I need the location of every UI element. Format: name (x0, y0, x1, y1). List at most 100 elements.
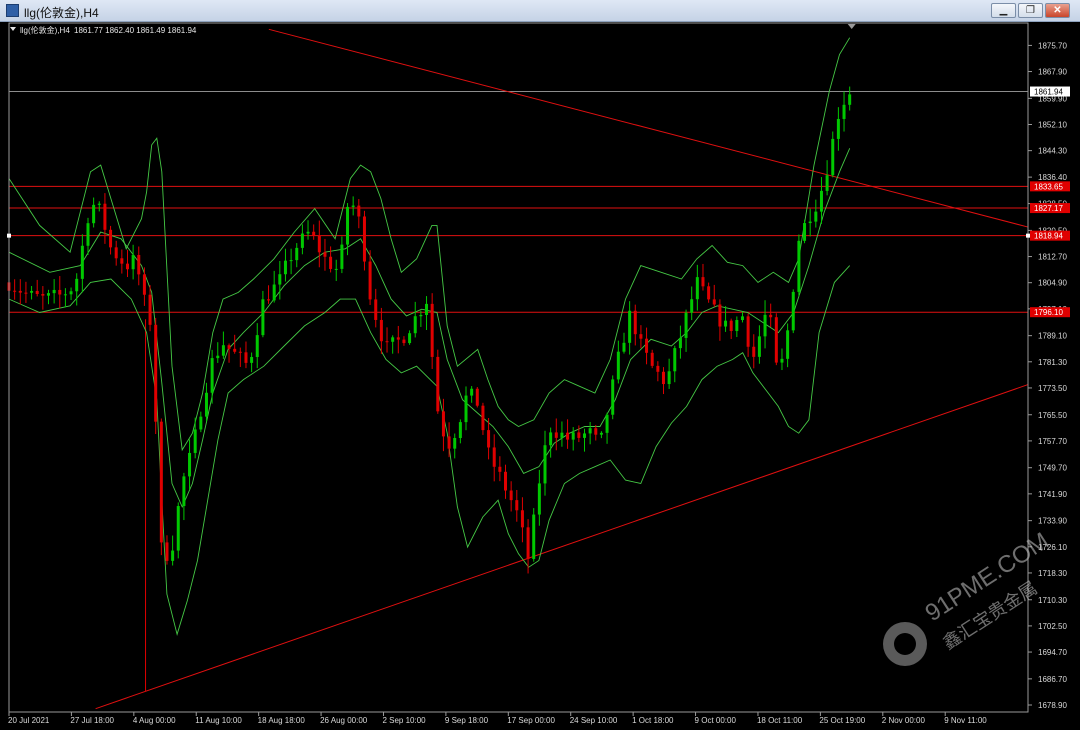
candle (250, 352, 254, 373)
chart-shift-marker-icon[interactable] (847, 24, 856, 29)
candle (543, 430, 547, 496)
maximize-button[interactable]: ❐ (1018, 3, 1043, 18)
candle (52, 279, 56, 304)
candle-body (678, 337, 682, 349)
candle (492, 434, 496, 482)
candle-body (656, 365, 660, 372)
y-tick-label: 1781.30 (1038, 358, 1067, 367)
window-title: llg(伦敦金),H4 (24, 6, 99, 20)
candle-body (588, 428, 592, 434)
close-button[interactable]: ✕ (1045, 3, 1070, 18)
candle-body (69, 291, 73, 295)
candle (616, 340, 620, 384)
chart-menu-icon[interactable] (10, 27, 16, 31)
candle-body (351, 205, 355, 207)
candle-body (509, 490, 513, 501)
candle-body (594, 428, 598, 435)
candle-body (41, 294, 45, 296)
candle (238, 347, 242, 367)
trendline[interactable] (268, 28, 1029, 228)
candle (430, 293, 434, 369)
candle-body (300, 233, 304, 248)
candle (419, 310, 423, 327)
candle (848, 86, 852, 111)
candle (300, 224, 304, 255)
candle-body (295, 247, 299, 261)
candle-body (707, 286, 711, 300)
candle (216, 342, 220, 363)
candle (58, 276, 62, 309)
x-tick-label: 9 Nov 11:00 (944, 716, 987, 725)
candle-body (515, 500, 519, 511)
candle (379, 307, 383, 354)
candle (188, 439, 192, 490)
candle (385, 327, 389, 353)
candle (599, 431, 603, 439)
candle-body (238, 351, 242, 353)
x-tick-label: 18 Aug 18:00 (258, 716, 306, 725)
candle (786, 323, 790, 368)
candle-body (346, 206, 350, 245)
candle (261, 290, 265, 338)
price-chart[interactable]: 1875.701867.901859.901852.101844.301836.… (0, 22, 1080, 730)
candle-body (746, 316, 750, 347)
chart-frame[interactable]: 1875.70 1867.90 1859.90 1852.10 1844.30 1836.… (0, 22, 1080, 730)
candle-body (58, 289, 62, 295)
candle (582, 428, 586, 452)
candle-body (216, 355, 220, 359)
candle (594, 424, 598, 441)
candle (289, 248, 293, 275)
candle (368, 250, 372, 305)
candle (803, 219, 807, 244)
level-price-label: 1796.10 (1034, 308, 1063, 317)
candle-body (233, 348, 237, 352)
y-tick-label: 1678.90 (1038, 701, 1067, 710)
candle-body (368, 261, 372, 300)
candle (746, 313, 750, 357)
candle (740, 311, 744, 323)
candle (408, 330, 412, 345)
y-tick-label: 1694.70 (1038, 648, 1067, 657)
candle-body (543, 445, 547, 484)
candle (441, 398, 445, 452)
candle-body (13, 290, 17, 292)
candle-body (391, 337, 395, 342)
candle (791, 289, 795, 334)
candle (537, 469, 541, 526)
candle (244, 341, 248, 369)
y-tick-label: 1741.90 (1038, 490, 1067, 499)
candle-body (199, 416, 203, 430)
candle-body (464, 395, 468, 423)
candle-body (645, 338, 649, 353)
minimize-button[interactable]: ▁ (991, 3, 1016, 18)
candle (509, 481, 513, 512)
candle (41, 286, 45, 310)
candle-body (430, 303, 434, 357)
candle-body (171, 550, 175, 561)
candle-body (210, 358, 214, 393)
candle-body (109, 229, 113, 248)
candle (458, 419, 462, 444)
candle (131, 244, 135, 280)
y-tick-label: 1773.50 (1038, 384, 1067, 393)
candle (605, 412, 609, 444)
candle (836, 107, 840, 151)
candle (453, 433, 457, 459)
candle-body (470, 388, 474, 396)
candle-body (549, 432, 553, 446)
candle (199, 411, 203, 433)
candle-body (842, 104, 846, 119)
candle-body (396, 337, 400, 340)
candle (797, 234, 801, 297)
candle-body (306, 231, 310, 234)
candle-body (650, 352, 654, 366)
candle-body (504, 471, 508, 491)
candle-body (537, 483, 541, 515)
candle (46, 289, 50, 305)
x-tick-label: 25 Oct 19:00 (819, 716, 865, 725)
candle-body (227, 345, 231, 349)
candle-body (735, 320, 739, 332)
candle (114, 240, 118, 266)
candle (571, 427, 575, 451)
candle (656, 361, 660, 382)
